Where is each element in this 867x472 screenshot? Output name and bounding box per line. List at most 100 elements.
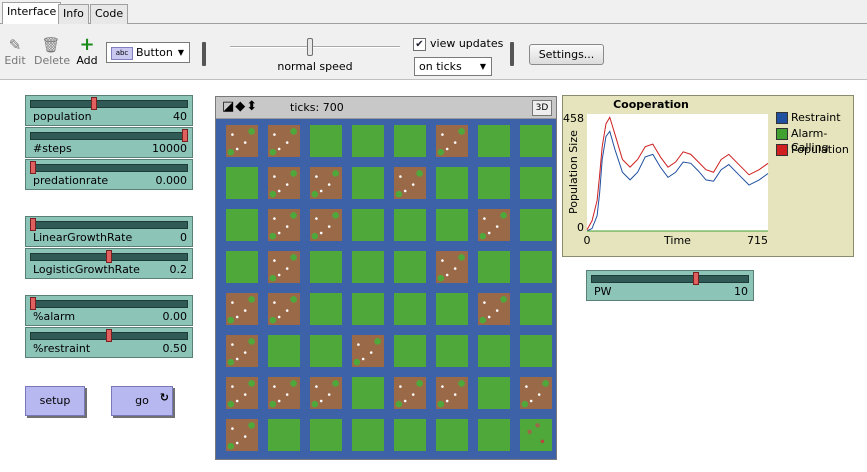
patch-cell bbox=[394, 293, 426, 325]
add-tool[interactable]: + Add bbox=[76, 36, 98, 68]
slider-thumb[interactable] bbox=[693, 272, 699, 285]
patch-cell bbox=[520, 167, 552, 199]
patch-cell bbox=[394, 167, 426, 199]
patch-cell bbox=[520, 293, 552, 325]
trash-icon: 🗑 bbox=[41, 36, 61, 54]
slider-thumb[interactable] bbox=[30, 218, 36, 231]
legend-label: Restraint bbox=[791, 111, 841, 124]
slider-restraint[interactable]: %restraint 0.50 bbox=[25, 327, 193, 358]
cooperation-plot: Cooperation 458 0 0 715 Time Population Size… bbox=[562, 95, 854, 257]
patch-cell bbox=[226, 251, 258, 283]
slider-thumb[interactable] bbox=[106, 250, 112, 263]
add-label: Add bbox=[76, 54, 98, 67]
slider-lineargrowthrate[interactable]: LinearGrowthRate 0 bbox=[25, 216, 193, 247]
patch-cell bbox=[436, 209, 468, 241]
patch-grid[interactable] bbox=[216, 120, 556, 459]
slider-pw[interactable]: PW 10 bbox=[586, 270, 754, 301]
view-navigation-icons[interactable]: ◪◆⬍ bbox=[222, 99, 258, 114]
patch-cell bbox=[394, 125, 426, 157]
slider-name: %restraint bbox=[33, 342, 91, 355]
slider-predationrate[interactable]: predationrate 0.000 bbox=[25, 159, 193, 190]
checkmark-icon: ✔ bbox=[415, 39, 424, 50]
ticks-counter: ticks: 700 bbox=[290, 101, 344, 114]
slider-population[interactable]: population 40 bbox=[25, 95, 193, 126]
patch-cell bbox=[310, 377, 342, 409]
world-view[interactable]: ◪◆⬍ ticks: 700 3D bbox=[215, 96, 557, 460]
slider-track[interactable] bbox=[30, 221, 188, 229]
go-label: go bbox=[135, 394, 149, 407]
slider-value: 0.000 bbox=[155, 174, 188, 187]
legend-item: Alarm-Calling bbox=[776, 127, 853, 154]
slider-track[interactable] bbox=[30, 300, 188, 308]
legend-swatch bbox=[776, 112, 788, 124]
button-widget-icon: abc bbox=[111, 46, 133, 60]
edit-label: Edit bbox=[4, 54, 26, 67]
patch-cell bbox=[520, 419, 552, 451]
y-tick-label: 458 bbox=[563, 112, 584, 125]
patch-cell bbox=[520, 335, 552, 367]
speed-slider-track[interactable] bbox=[230, 46, 400, 48]
slider-name: #steps bbox=[33, 142, 72, 155]
settings-button[interactable]: Settings... bbox=[529, 44, 604, 65]
slider-thumb[interactable] bbox=[30, 297, 36, 310]
patch-cell bbox=[268, 251, 300, 283]
patch-cell bbox=[478, 335, 510, 367]
speed-label: normal speed bbox=[277, 60, 353, 73]
patch-cell bbox=[520, 209, 552, 241]
view-control-strip: ◪◆⬍ ticks: 700 3D bbox=[216, 97, 556, 119]
legend-item: Population bbox=[776, 143, 853, 159]
slider-name: LogisticGrowthRate bbox=[33, 263, 140, 276]
edit-tool[interactable]: ✎ Edit bbox=[4, 36, 26, 67]
slider-steps[interactable]: #steps 10000 bbox=[25, 127, 193, 158]
slider-name: LinearGrowthRate bbox=[33, 231, 133, 244]
view-updates-checkbox[interactable]: ✔ bbox=[413, 38, 426, 51]
slider-logisticgrowthrate[interactable]: LogisticGrowthRate 0.2 bbox=[25, 248, 193, 279]
tab-code[interactable]: Code bbox=[90, 4, 129, 24]
setup-button[interactable]: setup bbox=[25, 386, 85, 416]
slider-track[interactable] bbox=[30, 100, 188, 108]
go-button[interactable]: go ↻ bbox=[111, 386, 173, 416]
slider-track[interactable] bbox=[30, 164, 188, 172]
tab-info[interactable]: Info bbox=[58, 4, 89, 24]
patch-cell bbox=[226, 419, 258, 451]
x-tick-label: 0 bbox=[584, 234, 591, 247]
toolbar-separator bbox=[202, 42, 206, 66]
speed-slider-thumb[interactable] bbox=[307, 38, 313, 56]
patch-cell bbox=[520, 377, 552, 409]
patch-cell bbox=[478, 293, 510, 325]
pencil-icon: ✎ bbox=[8, 36, 22, 54]
widget-type-select[interactable]: abc Button ▼ bbox=[106, 42, 190, 63]
delete-tool[interactable]: 🗑 Delete bbox=[34, 36, 70, 67]
view-updates-label: view updates bbox=[430, 37, 504, 50]
patch-cell bbox=[268, 419, 300, 451]
patch-cell bbox=[226, 209, 258, 241]
x-axis-label: Time bbox=[663, 234, 691, 247]
tab-interface[interactable]: Interface bbox=[2, 2, 62, 25]
patch-cell bbox=[352, 125, 384, 157]
patch-cell bbox=[478, 125, 510, 157]
patch-cell bbox=[268, 335, 300, 367]
slider-track[interactable] bbox=[591, 275, 749, 283]
setup-label: setup bbox=[39, 394, 71, 407]
legend-swatch bbox=[776, 128, 788, 140]
slider-thumb[interactable] bbox=[30, 161, 36, 174]
update-mode-select[interactable]: on ticks ▼ bbox=[414, 57, 492, 76]
patch-cell bbox=[352, 209, 384, 241]
three-d-button[interactable]: 3D bbox=[532, 100, 552, 116]
patch-cell bbox=[310, 167, 342, 199]
slider-thumb[interactable] bbox=[91, 97, 97, 110]
chevron-down-icon: ▼ bbox=[177, 48, 184, 57]
patch-cell bbox=[226, 125, 258, 157]
slider-alarm[interactable]: %alarm 0.00 bbox=[25, 295, 193, 326]
patch-cell bbox=[352, 293, 384, 325]
slider-track[interactable] bbox=[30, 132, 188, 140]
patch-cell bbox=[310, 209, 342, 241]
patch-cell bbox=[394, 377, 426, 409]
slider-name: population bbox=[33, 110, 92, 123]
slider-thumb[interactable] bbox=[106, 329, 112, 342]
patch-cell bbox=[394, 209, 426, 241]
patch-cell bbox=[478, 167, 510, 199]
slider-thumb[interactable] bbox=[182, 129, 188, 142]
widget-type-value: Button bbox=[136, 46, 173, 59]
patch-cell bbox=[478, 209, 510, 241]
